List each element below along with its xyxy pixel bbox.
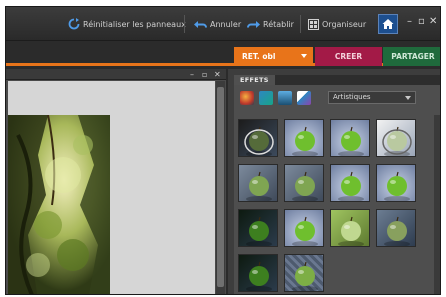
tab-create-label: CREER: [334, 52, 363, 61]
apple-preview-icon: [244, 126, 274, 156]
doc-restore-icon[interactable]: ▫: [202, 69, 207, 80]
top-toolbar: Réinitialiser les panneaux Annuler Rétab…: [6, 7, 440, 41]
effect-thumbnail[interactable]: [330, 209, 370, 247]
close-icon[interactable]: ✕: [429, 15, 437, 29]
effects-panel: EFFETS Artistiques: [228, 69, 440, 294]
apple-preview-icon: [246, 261, 272, 291]
photo-effects-icon[interactable]: [278, 91, 292, 105]
restore-icon[interactable]: ▫: [418, 15, 425, 29]
doc-minimize-icon[interactable]: –: [190, 69, 194, 80]
doc-close-icon[interactable]: ✕: [214, 69, 221, 80]
scrollbar-thumb[interactable]: [217, 87, 224, 287]
reset-icon: [68, 18, 80, 30]
filters-icon[interactable]: [240, 91, 254, 105]
effect-thumbnail[interactable]: [284, 209, 324, 247]
effect-thumbnail[interactable]: [284, 119, 324, 157]
apple-preview-icon: [384, 216, 410, 246]
redo-button[interactable]: Rétablir: [247, 16, 294, 32]
effect-category-value: Artistiques: [333, 93, 371, 101]
apple-preview-icon: [292, 171, 318, 201]
tab-edit-label: RET. obl: [242, 52, 276, 61]
minimize-icon[interactable]: –: [407, 15, 412, 29]
editor-window: Réinitialiser les panneaux Annuler Rétab…: [5, 6, 441, 295]
apple-preview-icon: [338, 126, 364, 156]
effects-panel-body: Artistiques: [234, 85, 440, 294]
effect-thumbnail[interactable]: [376, 209, 416, 247]
effect-thumbnail[interactable]: [376, 119, 416, 157]
apple-preview-icon: [338, 216, 364, 246]
tab-share-label: PARTAGER: [391, 52, 435, 61]
undo-icon: [194, 20, 207, 28]
effect-thumbnail[interactable]: [238, 209, 278, 247]
tab-effects[interactable]: EFFETS: [234, 75, 275, 85]
forest-photo: [8, 115, 110, 294]
effect-thumbnail[interactable]: [238, 119, 278, 157]
apple-preview-icon: [338, 171, 364, 201]
document-window: – ▫ ✕: [6, 69, 226, 294]
panel-header: EFFETS: [234, 75, 440, 85]
organizer-label: Organiseur: [322, 19, 367, 29]
effect-thumbnail[interactable]: [330, 119, 370, 157]
effect-thumbnail[interactable]: [284, 254, 324, 292]
apple-preview-icon: [292, 216, 318, 246]
effect-thumbnail[interactable]: [376, 164, 416, 202]
toolbar-divider: [184, 15, 185, 33]
document-canvas[interactable]: [8, 81, 215, 294]
tab-share[interactable]: PARTAGER: [383, 47, 440, 66]
effect-thumbnail[interactable]: [238, 254, 278, 292]
organizer-button[interactable]: Organiseur: [308, 16, 366, 32]
toolbar-divider: [300, 15, 301, 33]
document-titlebar: – ▫ ✕: [6, 69, 226, 80]
document-scrollbar[interactable]: [216, 81, 225, 294]
effects-grid: [238, 119, 428, 294]
chevron-down-icon[interactable]: [301, 54, 307, 58]
apple-preview-icon: [384, 171, 410, 201]
apple-preview-icon: [292, 261, 318, 291]
tab-create[interactable]: CREER: [315, 47, 382, 66]
forest-image: [8, 115, 110, 294]
chevron-down-icon[interactable]: [405, 96, 411, 100]
apple-preview-icon: [246, 171, 272, 201]
effect-thumbnail[interactable]: [330, 164, 370, 202]
layer-styles-icon[interactable]: [259, 91, 273, 105]
reset-panels-label: Réinitialiser les panneaux: [83, 19, 186, 29]
redo-icon: [247, 20, 260, 28]
home-button[interactable]: [378, 14, 398, 34]
effect-thumbnail[interactable]: [284, 164, 324, 202]
undo-button[interactable]: Annuler: [194, 16, 241, 32]
reset-panels-button[interactable]: Réinitialiser les panneaux: [68, 16, 186, 32]
all-effects-icon[interactable]: [297, 91, 311, 105]
tab-edit[interactable]: RET. obl: [234, 47, 313, 66]
apple-preview-icon: [382, 126, 412, 156]
organizer-icon: [308, 18, 319, 30]
home-icon: [382, 19, 394, 29]
effect-category-select[interactable]: Artistiques: [328, 91, 416, 104]
effect-thumbnail[interactable]: [238, 164, 278, 202]
redo-label: Rétablir: [263, 19, 294, 29]
panel-scrollbar[interactable]: [434, 115, 440, 294]
apple-preview-icon: [246, 216, 272, 246]
apple-preview-icon: [292, 126, 318, 156]
undo-label: Annuler: [210, 19, 242, 29]
